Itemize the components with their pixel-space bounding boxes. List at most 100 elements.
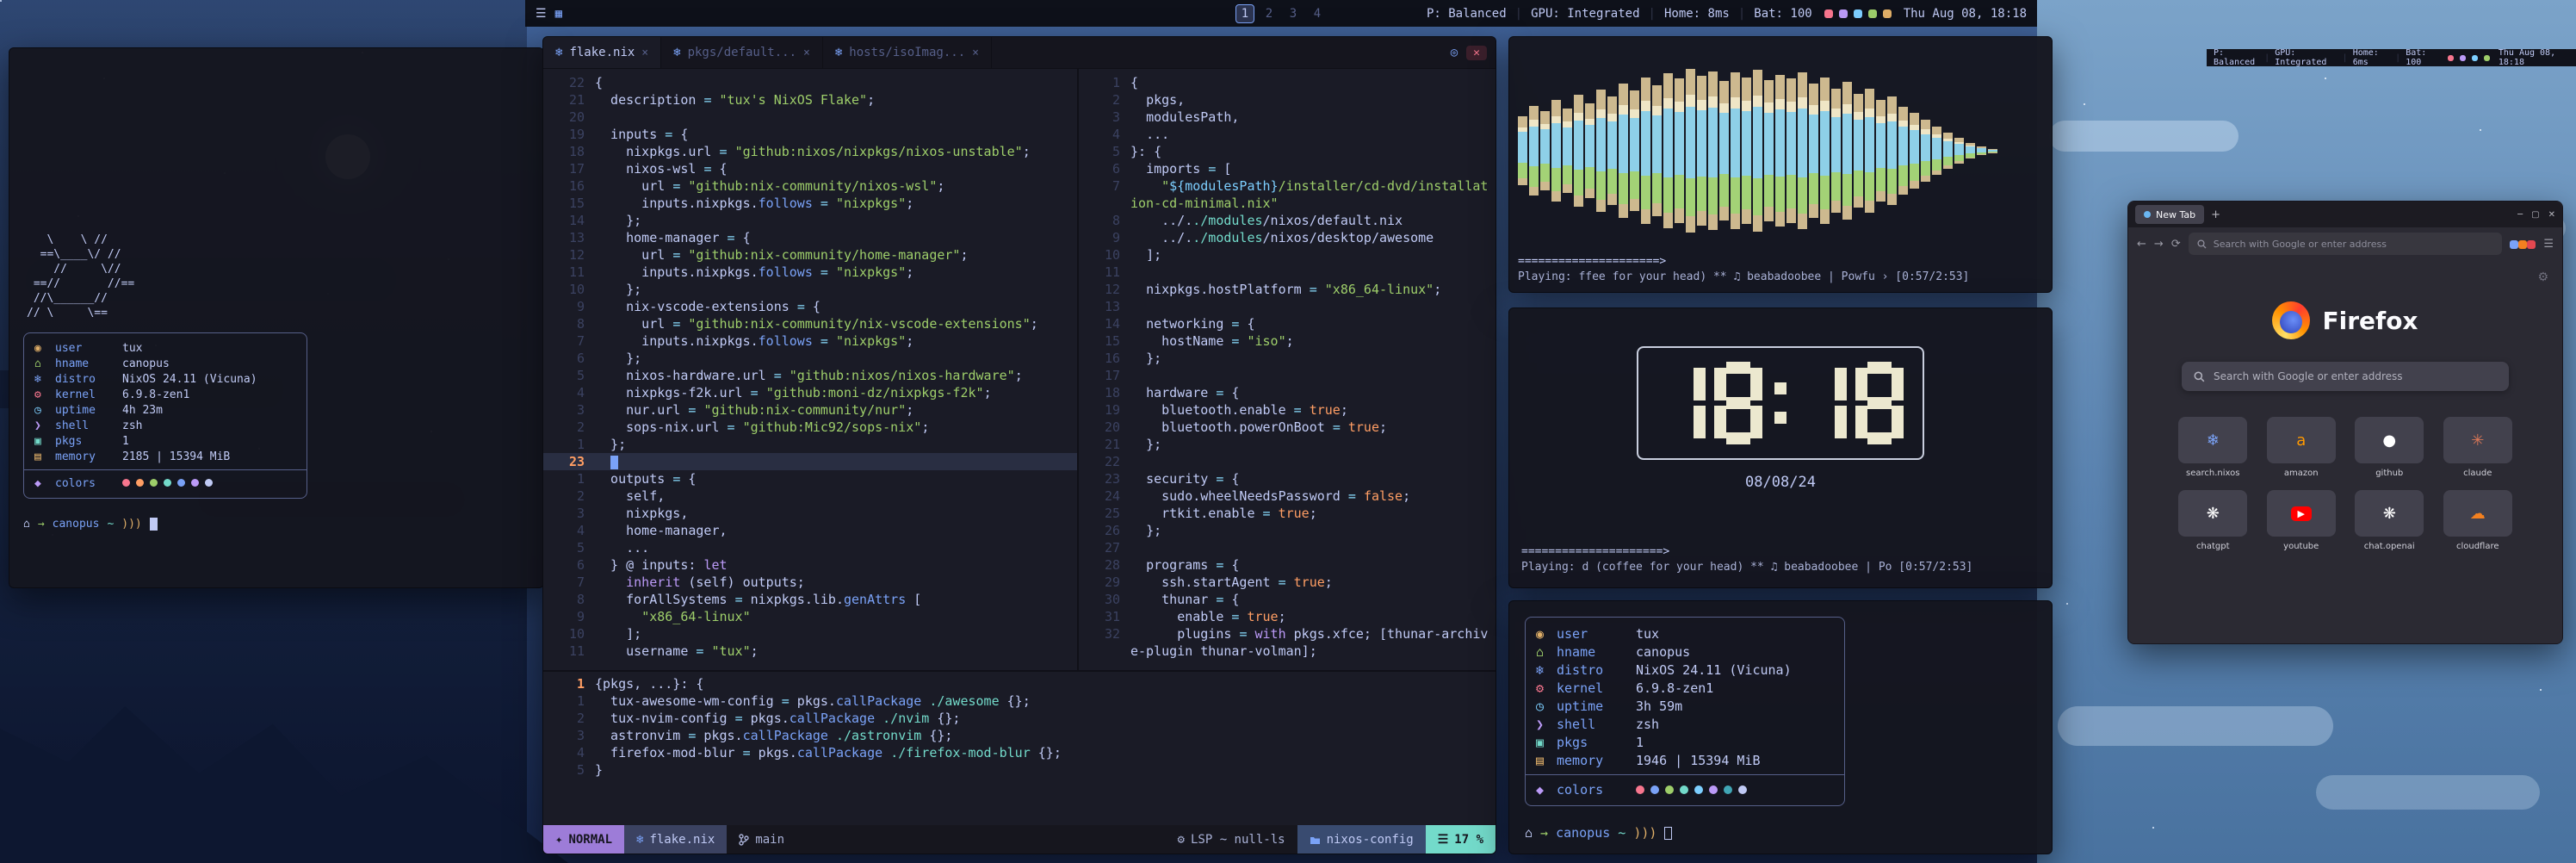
- fetch-value: 6.9.8-zen1: [1636, 680, 1713, 696]
- url-bar-placeholder: Search with Google or enter address: [2214, 239, 2387, 250]
- code-line: 1{pkgs, ...}: {: [543, 675, 1495, 692]
- code-text: "${modulesPath}/installer/cd-dvd/install…: [1130, 177, 1495, 212]
- viz-segment: [1607, 121, 1617, 169]
- shortcut-chat-openai[interactable]: ❋chat.openai: [2350, 490, 2430, 551]
- tray-icon[interactable]: [1824, 9, 1833, 18]
- fetch-row: ❯shellzsh: [1536, 715, 1834, 733]
- menu-icon[interactable]: ☰: [2543, 238, 2554, 251]
- personalize-gear-icon[interactable]: ⚙: [2537, 270, 2548, 284]
- clock-date: 08/08/24: [1521, 474, 2040, 491]
- cloudflare-icon: ☁: [2470, 505, 2486, 523]
- editor-tab-pkgs-default-[interactable]: ❄pkgs/default...×: [661, 37, 823, 68]
- editor-pane-iso-image[interactable]: 1{2 pkgs,3 modulesPath,4 ...5}: {6 impor…: [1077, 69, 1495, 670]
- firefox-window[interactable]: New Tab + ─ ▢ ✕ ← → ⟳ Search with Google o…: [2127, 201, 2563, 644]
- workspace-button[interactable]: 4: [1308, 4, 1327, 23]
- code-line: 5 ...: [543, 539, 1077, 556]
- shortcut-github[interactable]: ●github: [2350, 417, 2430, 478]
- maximize-button[interactable]: ▢: [2531, 210, 2539, 220]
- viz-segment: [1786, 102, 1796, 112]
- editor-pane-flake-nix[interactable]: 22{21 description = "tux's NixOS Flake";…: [543, 69, 1077, 670]
- extension-icon[interactable]: [2510, 240, 2518, 249]
- code-text: description = "tux's NixOS Flake";: [595, 91, 1077, 109]
- app-launcher-icon[interactable]: ▦: [555, 7, 562, 21]
- viz-segment: [1943, 141, 1953, 157]
- workspace-button[interactable]: 3: [1284, 4, 1303, 23]
- status-item: Bat: 100: [2406, 48, 2439, 67]
- editor-pane-pkgs-default[interactable]: 1{pkgs, ...}: {1 tux-awesome-wm-config =…: [543, 670, 1495, 825]
- url-bar[interactable]: Search with Google or enter address: [2189, 233, 2503, 255]
- terminal-fastfetch-right[interactable]: ◉usertux⌂hnamecanopus❄distroNixOS 24.11 …: [1508, 600, 2053, 854]
- code-line: 10 ];: [543, 625, 1077, 643]
- shortcut-amazon[interactable]: aamazon: [2262, 417, 2342, 478]
- segment: [1867, 432, 1892, 444]
- new-tab-button[interactable]: +: [2211, 208, 2220, 221]
- viz-segment: [1574, 196, 1583, 207]
- reload-button[interactable]: ⟳: [2171, 238, 2181, 251]
- shortcut-search-nixos[interactable]: ❄search.nixos: [2173, 417, 2253, 478]
- viz-column: [1798, 72, 1807, 229]
- spacer: [1521, 491, 2040, 544]
- viz-segment: [1786, 112, 1796, 176]
- fetch-label: uptime: [1557, 698, 1636, 714]
- lsp-icon: ⚙: [1178, 833, 1185, 847]
- workspace-button[interactable]: 1: [1235, 4, 1254, 23]
- close-button[interactable]: ✕: [2548, 210, 2555, 220]
- tray-icon[interactable]: [2460, 55, 2466, 61]
- tray-icon[interactable]: [2472, 55, 2478, 61]
- code-text: nixos-hardware.url = "github:nixos/nixos…: [595, 367, 1077, 384]
- viz-column: [1854, 94, 1863, 208]
- memory-icon: ▤: [34, 450, 55, 463]
- code-text: url = "github:nix-community/nixos-wsl";: [595, 177, 1077, 195]
- shell-prompt[interactable]: ⌂→canopus~))): [23, 518, 529, 531]
- newtab-search-bar[interactable]: Search with Google or enter address: [2182, 362, 2509, 391]
- view-toggle-icon[interactable]: ◎: [1451, 46, 1458, 59]
- shortcut-cloudflare[interactable]: ☁cloudflare: [2438, 490, 2518, 551]
- shortcut-chatgpt[interactable]: ❋chatgpt: [2173, 490, 2253, 551]
- extension-icon[interactable]: [2527, 240, 2536, 249]
- viz-segment: [1619, 115, 1628, 174]
- menu-icon[interactable]: ☰: [536, 7, 547, 21]
- segment: [1694, 368, 1706, 400]
- fetch-row: ⌂hnamecanopus: [34, 356, 296, 371]
- code-text: };: [595, 212, 1077, 229]
- viz-segment: [1798, 72, 1807, 97]
- music-visualizer-window[interactable]: =====================> Playing: ffee for…: [1508, 36, 2053, 293]
- back-button[interactable]: ←: [2137, 238, 2146, 251]
- firefox-tab-new-tab[interactable]: New Tab: [2135, 205, 2204, 224]
- shell-prompt[interactable]: ⌂→canopus~))): [1525, 825, 2036, 841]
- tray-icon[interactable]: [2484, 55, 2490, 61]
- neovim-editor[interactable]: ❄flake.nix×❄pkgs/default...×❄hosts/isoIm…: [542, 36, 1496, 854]
- tray-icon[interactable]: [1854, 9, 1862, 18]
- viz-segment: [1529, 106, 1539, 121]
- code-text: } @ inputs: let: [595, 556, 1077, 574]
- tray-icon[interactable]: [1839, 9, 1848, 18]
- viz-segment: [1719, 81, 1729, 103]
- viz-segment: [1966, 146, 1975, 153]
- editor-tab-hosts-isoImag-[interactable]: ❄hosts/isoImag...×: [823, 37, 992, 68]
- terminal-fastfetch-left[interactable]: \ \ // ==\____\/ // // \// ==// //== //\…: [9, 47, 544, 588]
- minimize-button[interactable]: ─: [2517, 210, 2523, 220]
- extension-icon[interactable]: [2518, 240, 2527, 249]
- seven-segment-clock: [1637, 346, 1924, 460]
- viz-segment: [1719, 207, 1729, 220]
- tab-close-icon[interactable]: ×: [972, 47, 979, 59]
- workspace-button[interactable]: 2: [1260, 4, 1279, 23]
- line-number: 29: [1079, 574, 1130, 591]
- viz-segment: [1786, 175, 1796, 208]
- tray-icon[interactable]: [1868, 9, 1877, 18]
- segment: [1811, 432, 1835, 444]
- shortcut-claude[interactable]: ✳claude: [2438, 417, 2518, 478]
- shortcut-youtube[interactable]: ▶youtube: [2262, 490, 2342, 551]
- tab-close-icon[interactable]: ×: [803, 47, 810, 59]
- viz-segment: [1529, 166, 1539, 187]
- code-line: 5}: {: [1079, 143, 1495, 160]
- tray-icon[interactable]: [1883, 9, 1892, 18]
- close-window-button[interactable]: ✕: [1466, 46, 1487, 60]
- tab-close-icon[interactable]: ×: [641, 47, 648, 59]
- code-text: username = "tux";: [595, 643, 1077, 660]
- tray-icon[interactable]: [2448, 55, 2454, 61]
- code-line: 6 imports = [: [1079, 160, 1495, 177]
- editor-tab-flake-nix[interactable]: ❄flake.nix×: [543, 37, 661, 68]
- clock-window[interactable]: 08/08/24 =====================> Playing:…: [1508, 307, 2053, 588]
- forward-button[interactable]: →: [2154, 238, 2164, 251]
